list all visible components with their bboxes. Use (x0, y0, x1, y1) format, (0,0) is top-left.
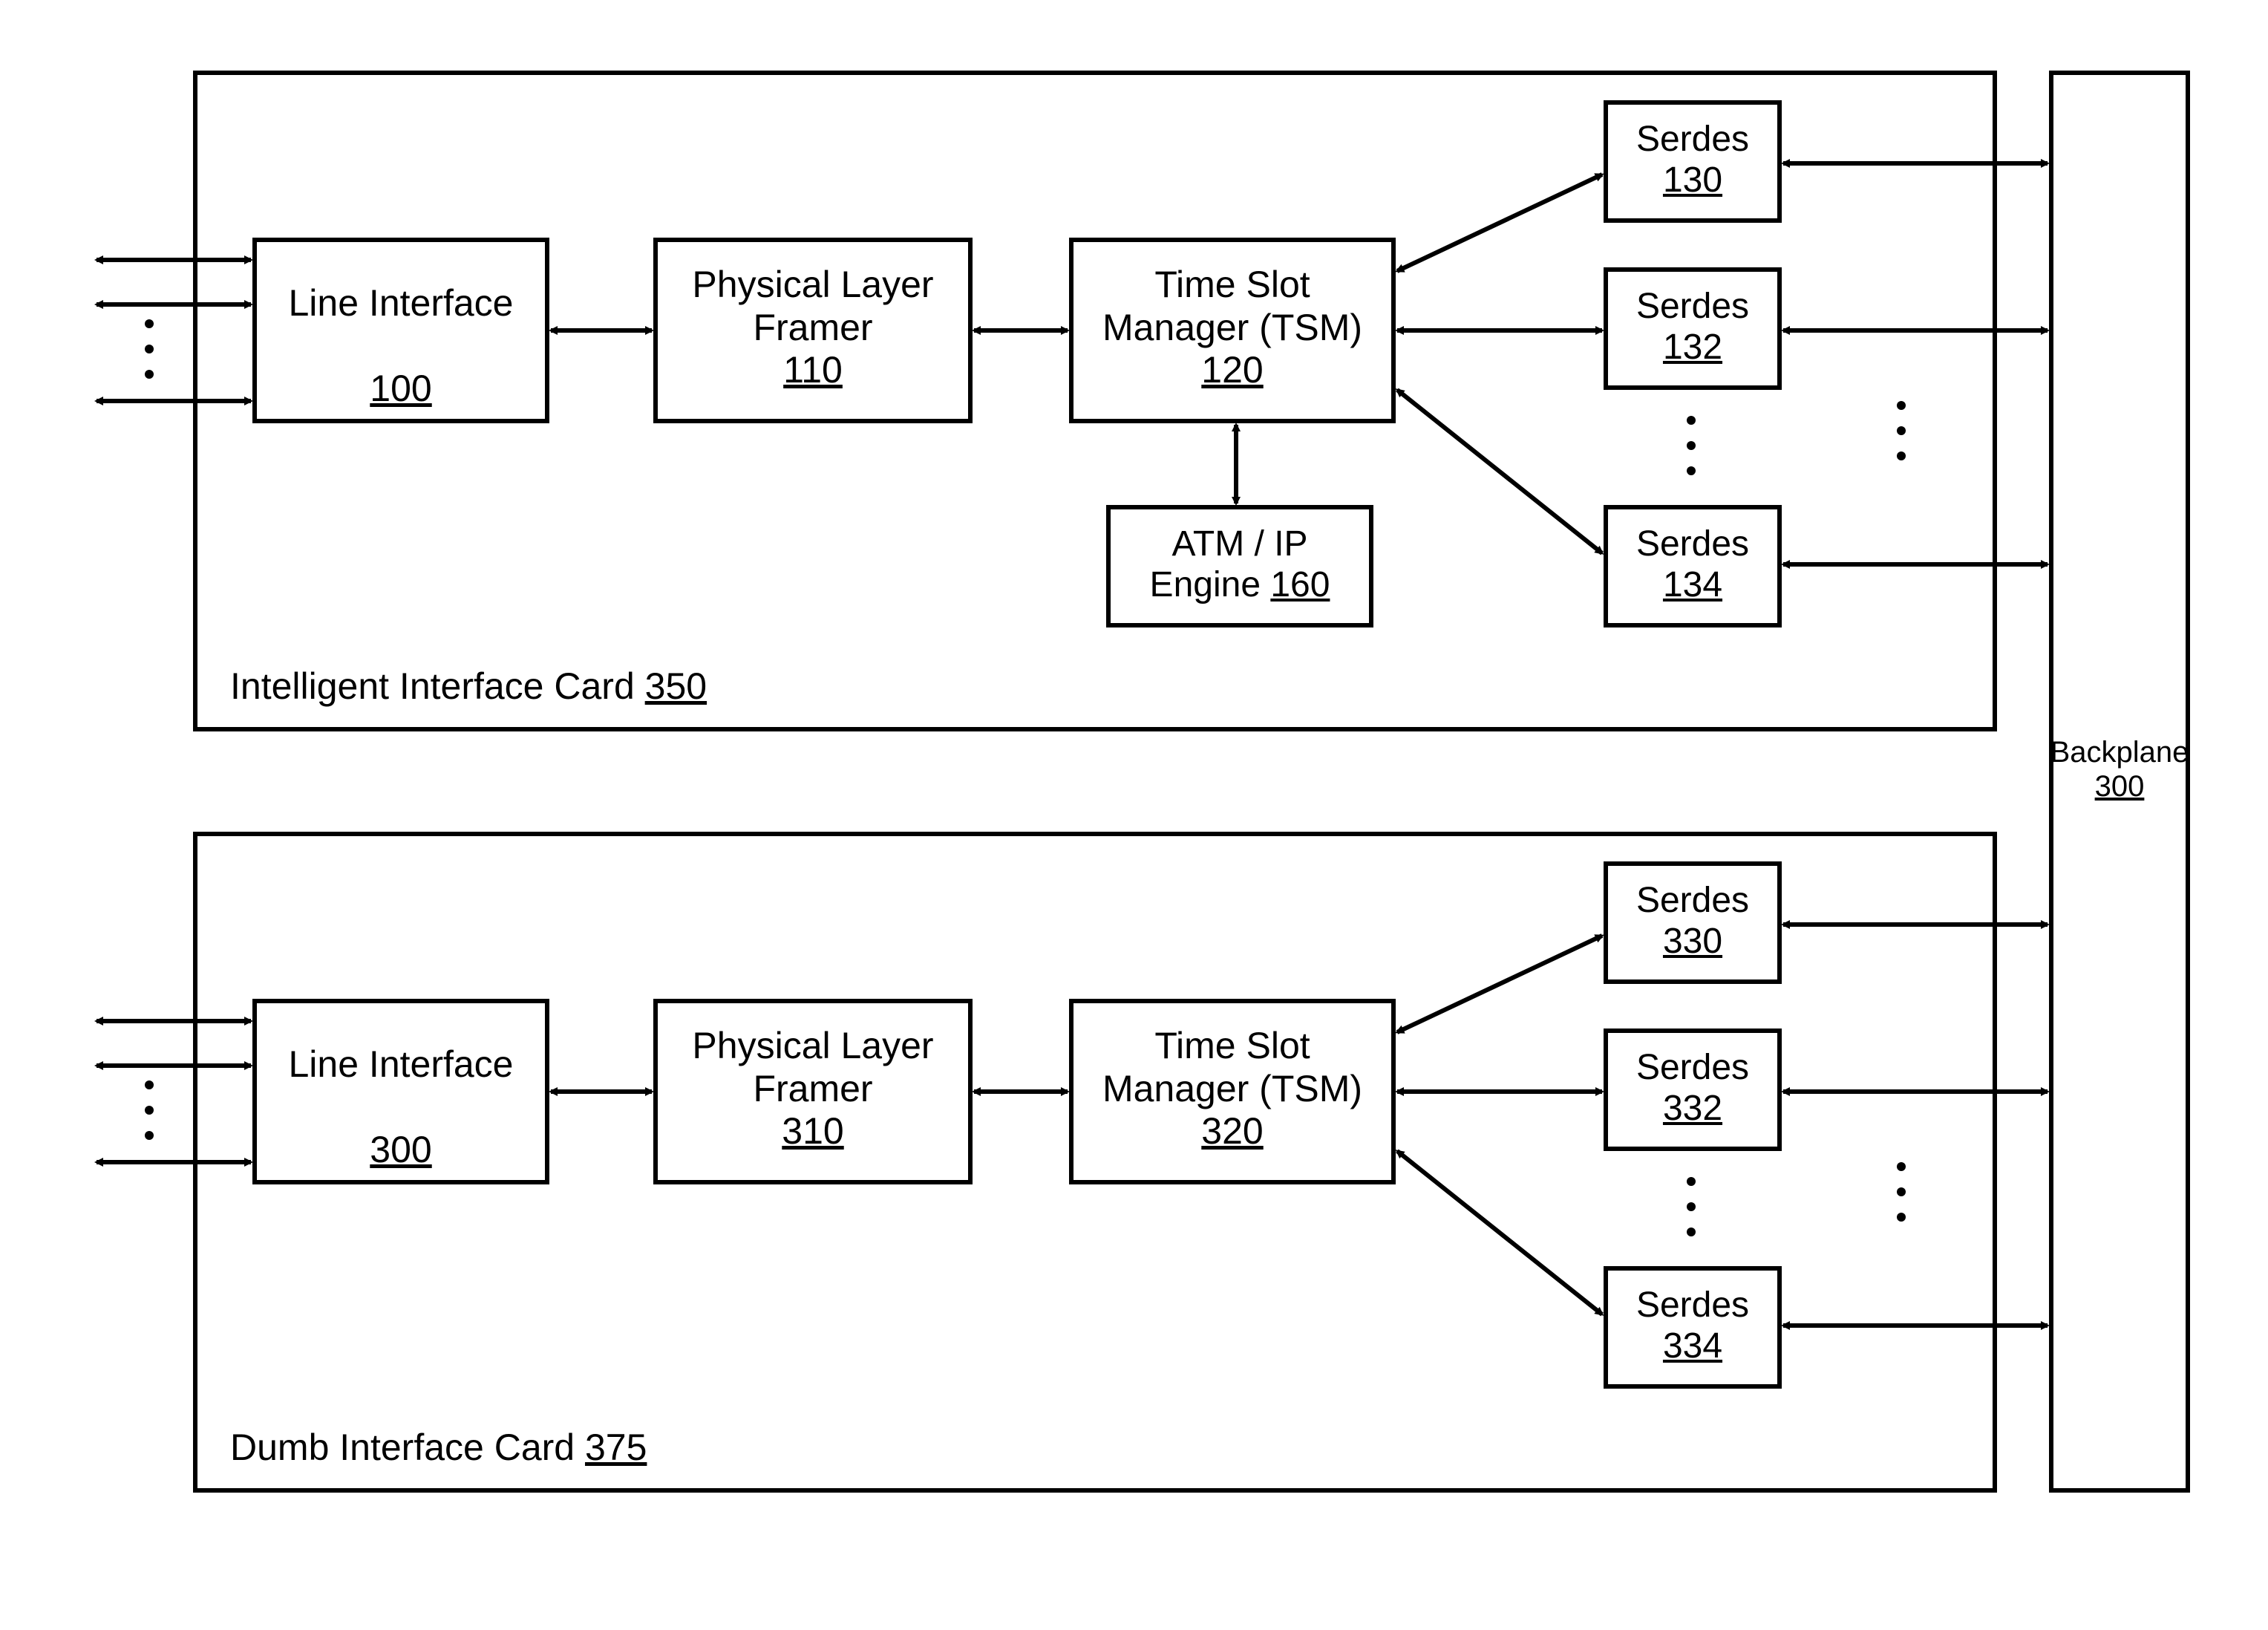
ref: 334 (1663, 1326, 1722, 1366)
text: Serdes (1636, 1285, 1749, 1325)
text: Line Interface (289, 1043, 514, 1085)
card-title-2: Dumb Interface Card 375 (230, 1426, 647, 1469)
vdots-bp-1 (1897, 401, 1906, 460)
text: Serdes (1636, 524, 1749, 564)
text: Line Interface (289, 282, 514, 324)
diagram-canvas: Line Interface 100 Physical Layer Framer… (0, 0, 2268, 1630)
vdots-ext-2 (145, 1080, 154, 1140)
label-framer-2: Physical Layer Framer 310 (653, 1025, 973, 1153)
ref: 350 (645, 665, 707, 707)
vdots-serdes-2 (1687, 1177, 1696, 1236)
ref: 375 (585, 1427, 647, 1468)
label-backplane: Backplane 300 (2049, 735, 2190, 803)
card-title-1: Intelligent Interface Card 350 (230, 665, 707, 708)
text: Serdes (1636, 287, 1749, 326)
label-line-interface-1: Line Interface 100 (252, 282, 549, 411)
text-l2: Manager (TSM) (1102, 1068, 1362, 1109)
ref: 330 (1663, 922, 1722, 961)
ref: 110 (783, 349, 843, 391)
text-l1: ATM / IP (1171, 524, 1307, 564)
text-l2: Engine (1150, 565, 1271, 604)
text-l2: Manager (TSM) (1102, 307, 1362, 348)
ref: 132 (1663, 327, 1722, 367)
ref: 320 (1201, 1110, 1263, 1152)
label-line-interface-2: Line Interface 300 (252, 1043, 549, 1172)
ref: 100 (370, 368, 431, 409)
ref: 130 (1663, 160, 1722, 200)
text: Dumb Interface Card (230, 1427, 585, 1468)
ref: 300 (2095, 770, 2145, 803)
text: Serdes (1636, 881, 1749, 920)
label-serdes-334: Serdes 334 (1604, 1285, 1782, 1366)
text: Serdes (1636, 120, 1749, 159)
label-serdes-330: Serdes 330 (1604, 880, 1782, 962)
ref: 300 (370, 1129, 431, 1170)
ref: 120 (1201, 349, 1263, 391)
text: Serdes (1636, 1048, 1749, 1087)
vdots-serdes-1 (1687, 416, 1696, 475)
label-serdes-130: Serdes 130 (1604, 119, 1782, 201)
text-l1: Physical Layer (692, 1025, 933, 1066)
ref: 160 (1270, 565, 1330, 604)
text: Backplane (2050, 736, 2189, 769)
text-l2: Framer (753, 1068, 872, 1109)
ref: 134 (1663, 565, 1722, 604)
label-tsm-2: Time Slot Manager (TSM) 320 (1069, 1025, 1396, 1153)
text-l1: Time Slot (1154, 264, 1310, 305)
ref: 310 (782, 1110, 843, 1152)
label-atm-engine: ATM / IP Engine 160 (1106, 524, 1373, 605)
text-l1: Time Slot (1154, 1025, 1310, 1066)
vdots-bp-2 (1897, 1162, 1906, 1222)
text-l2: Framer (753, 307, 872, 348)
text: Intelligent Interface Card (230, 665, 645, 707)
label-framer-1: Physical Layer Framer 110 (653, 264, 973, 392)
ref: 332 (1663, 1089, 1722, 1128)
text-l1: Physical Layer (692, 264, 933, 305)
label-tsm-1: Time Slot Manager (TSM) 120 (1069, 264, 1396, 392)
vdots-ext-1 (145, 319, 154, 379)
label-serdes-132: Serdes 132 (1604, 286, 1782, 368)
label-serdes-134: Serdes 134 (1604, 524, 1782, 605)
label-serdes-332: Serdes 332 (1604, 1047, 1782, 1129)
